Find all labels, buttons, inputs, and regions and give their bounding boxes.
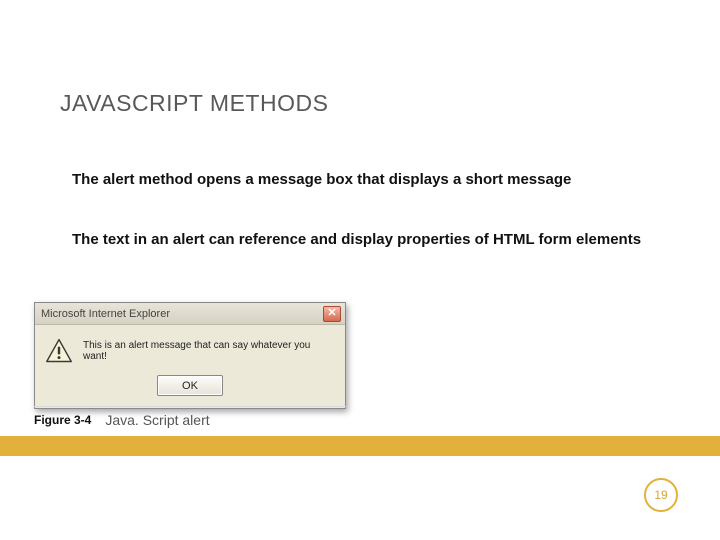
page-number-badge: 19: [644, 478, 678, 512]
alert-body: This is an alert message that can say wh…: [35, 325, 345, 375]
slide: JAVASCRIPT METHODS The alert method open…: [0, 0, 720, 540]
paragraph-2: The text in an alert can reference and d…: [72, 230, 648, 250]
accent-band: [0, 436, 720, 456]
warning-icon: [45, 337, 73, 365]
alert-button-row: OK: [35, 375, 345, 408]
close-button[interactable]: ✕: [323, 306, 341, 322]
close-icon: ✕: [327, 308, 336, 319]
page-title: JAVASCRIPT METHODS: [60, 90, 328, 117]
alert-titlebar: Microsoft Internet Explorer ✕: [35, 303, 345, 325]
alert-window-title: Microsoft Internet Explorer: [41, 308, 170, 320]
ok-button[interactable]: OK: [157, 375, 223, 396]
paragraph-1: The alert method opens a message box tha…: [72, 170, 648, 190]
figure-divider: [34, 406, 346, 407]
alert-dialog: Microsoft Internet Explorer ✕ This is an…: [34, 302, 346, 409]
page-number: 19: [654, 488, 667, 502]
figure-number: Figure 3-4: [34, 413, 91, 427]
figure-title: Java. Script alert: [105, 412, 209, 428]
alert-message: This is an alert message that can say wh…: [83, 340, 335, 362]
figure-caption: Figure 3-4 Java. Script alert: [34, 412, 210, 428]
